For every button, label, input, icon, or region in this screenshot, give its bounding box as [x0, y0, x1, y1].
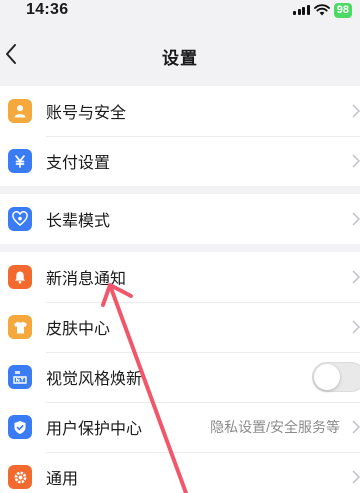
settings-item-skin-center[interactable]: 皮肤中心 [0, 302, 360, 352]
settings-group-account: 账号与安全 支付设置 [0, 86, 360, 186]
chevron-right-icon [352, 104, 360, 118]
settings-item-user-protection[interactable]: 用户保护中心 隐私设置/安全服务等 [0, 402, 360, 452]
settings-item-label: 支付设置 [46, 155, 111, 172]
settings-item-account-security[interactable]: 账号与安全 [0, 86, 360, 136]
status-icons: 98 [293, 2, 352, 18]
status-time: 14:36 [26, 1, 69, 18]
settings-item-value: 隐私设置/安全服务等 [210, 419, 340, 435]
settings-group-general: 新消息通知 皮肤中心 视觉风格焕新 用户保护中心 隐私设置/安全服务等 通用 [0, 252, 360, 493]
page-title: 设置 [162, 49, 198, 68]
bell-icon [8, 265, 32, 289]
yen-icon [8, 149, 32, 173]
gear-icon [8, 465, 32, 489]
settings-item-label: 长辈模式 [46, 213, 111, 230]
chevron-right-icon [352, 154, 360, 168]
shirt-icon [8, 315, 32, 339]
settings-item-label: 通用 [46, 471, 79, 488]
settings-item-label: 账号与安全 [46, 105, 127, 122]
battery-indicator: 98 [333, 2, 352, 18]
status-bar: 14:36 98 [0, 0, 360, 20]
chevron-right-icon [352, 212, 360, 226]
settings-item-elder-mode[interactable]: 长辈模式 [0, 194, 360, 244]
settings-group-elder: 长辈模式 [0, 194, 360, 244]
chevron-right-icon [352, 270, 360, 284]
cellular-signal-icon [293, 5, 310, 15]
settings-item-general[interactable]: 通用 [0, 452, 360, 493]
visual-style-toggle[interactable] [312, 362, 360, 392]
settings-item-payment[interactable]: 支付设置 [0, 136, 360, 186]
settings-item-label: 用户保护中心 [46, 421, 143, 438]
heart-mode-icon [8, 207, 32, 231]
shield-icon [8, 415, 32, 439]
settings-item-visual-style[interactable]: 视觉风格焕新 [0, 352, 360, 402]
settings-item-label: 视觉风格焕新 [46, 371, 143, 388]
chevron-right-icon [352, 470, 360, 484]
new-style-icon [8, 365, 32, 389]
settings-item-notifications[interactable]: 新消息通知 [0, 252, 360, 302]
chevron-right-icon [352, 320, 360, 334]
nav-bar: 设置 [0, 32, 360, 76]
user-icon [8, 99, 32, 123]
chevron-right-icon [352, 420, 360, 434]
settings-item-label: 皮肤中心 [46, 321, 111, 338]
toggle-knob [314, 364, 340, 390]
settings-item-label: 新消息通知 [46, 271, 127, 288]
wifi-icon [313, 4, 330, 16]
